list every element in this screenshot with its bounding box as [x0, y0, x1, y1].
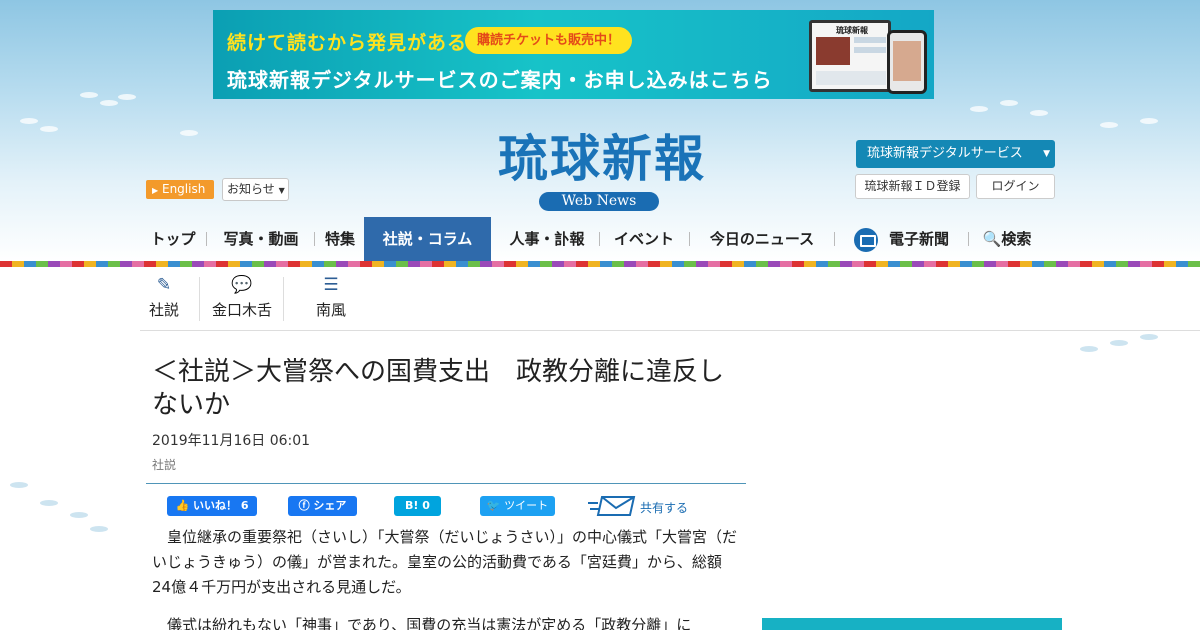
nav-item-personnel-obituary[interactable]: 人事・訃報: [500, 217, 594, 261]
article-paragraph: 儀式は紛れもない「神事」であり、国費の充当は憲法が定める「政教分離」に: [152, 616, 692, 630]
subnav-item-haebaru[interactable]: ☰ 南風: [314, 275, 348, 320]
sidebar-ad-banner[interactable]: [762, 618, 1062, 630]
facebook-share-label: シェア: [313, 499, 347, 512]
fish-decoration: [20, 118, 38, 124]
caret-down-icon: ▼: [1043, 149, 1050, 159]
fish-decoration: [1140, 334, 1158, 340]
fish-decoration: [70, 512, 88, 518]
hatena-icon: B!: [405, 499, 419, 512]
phone-image: [887, 30, 927, 94]
fish-decoration: [118, 94, 136, 100]
fish-decoration: [80, 92, 98, 98]
fish-decoration: [1000, 100, 1018, 106]
banner-headline: 琉球新報デジタルサービスのご案内・お申し込みはこちら: [227, 68, 773, 92]
digital-service-dropdown[interactable]: 琉球新報デジタルサービス ▼: [856, 140, 1055, 168]
message-icon: ☰: [323, 275, 339, 295]
nav-item-feature[interactable]: 特集: [320, 217, 360, 261]
site-logo[interactable]: 琉球新報: [452, 128, 752, 190]
subnav-label: 金口木舌: [211, 301, 272, 319]
fish-decoration: [1030, 110, 1048, 116]
fish-decoration: [90, 526, 108, 532]
facebook-icon: ⓕ: [298, 499, 310, 512]
article-paragraph: 皇位継承の重要祭祀（さいし）「大嘗祭（だいじょうさい）」の中心儀式「大嘗宮（だい…: [152, 528, 738, 596]
fish-decoration: [40, 500, 58, 506]
facebook-like-label: いいね！ 6: [193, 499, 249, 512]
search-icon: 🔍: [982, 230, 1002, 248]
hatena-bookmark-button[interactable]: B! 0: [394, 496, 441, 516]
tweet-button[interactable]: 🐦 ツイート: [480, 496, 555, 516]
facebook-like-button[interactable]: 👍 いいね！ 6: [167, 496, 257, 516]
banner-tagline: 続けて読むから発見がある: [227, 32, 468, 54]
hatena-count: 0: [422, 499, 430, 512]
fish-decoration: [1140, 118, 1158, 124]
english-label: English: [161, 182, 206, 196]
nav-item-digital-newspaper[interactable]: 電子新聞: [884, 217, 954, 261]
tweet-label: ツイート: [504, 499, 549, 512]
share-mail-label[interactable]: 共有する: [640, 499, 688, 516]
banner-ticket-badge: 購読チケットも販売中！: [465, 27, 633, 54]
fish-decoration: [180, 130, 198, 136]
web-news-badge: Web News: [539, 192, 659, 211]
english-button[interactable]: ▶ English: [146, 180, 214, 199]
nav-item-search[interactable]: 🔍検索: [978, 217, 1036, 261]
article-category[interactable]: 社説: [152, 456, 176, 473]
speech-bubble-icon: 💬: [231, 275, 253, 295]
subnav-label: 社説: [148, 301, 179, 319]
twitter-bird-icon: 🐦: [486, 499, 501, 512]
article-date: 2019年11月16日 06:01: [152, 433, 311, 449]
notice-dropdown[interactable]: お知らせ ▼: [222, 178, 289, 201]
nav-item-editorial-column[interactable]: 社説・コラム: [364, 217, 491, 261]
play-arrow-icon: ▶: [152, 186, 159, 195]
fish-decoration: [1110, 340, 1128, 346]
caret-down-icon: ▼: [278, 186, 285, 195]
column-subnav: ✎ 社説 💬 金口木舌 ☰ 南風: [140, 267, 1200, 331]
subnav-label: 南風: [315, 301, 346, 319]
laptop-screen-image: 琉球新報: [809, 20, 891, 92]
nav-item-todays-news[interactable]: 今日のニュース: [698, 217, 826, 261]
digital-newspaper-icon: [854, 228, 878, 252]
nav-item-event[interactable]: イベント: [608, 217, 680, 261]
pen-icon: ✎: [156, 275, 172, 295]
device-title: 琉球新報: [836, 26, 868, 35]
notice-label: お知らせ: [227, 182, 275, 196]
id-register-button[interactable]: 琉球新報ＩＤ登録: [855, 174, 970, 199]
article-body: 皇位継承の重要祭祀（さいし）「大嘗祭（だいじょうさい）」の中心儀式「大嘗宮（だい…: [152, 525, 737, 630]
nav-item-photo-video[interactable]: 写真・動画: [214, 217, 308, 261]
mail-icon[interactable]: [588, 495, 636, 517]
digital-service-banner[interactable]: 続けて読むから発見がある 購読チケットも販売中！ 琉球新報デジタルサービスのご案…: [213, 10, 934, 99]
login-button[interactable]: ログイン: [976, 174, 1055, 199]
fish-decoration: [40, 126, 58, 132]
subnav-item-editorial[interactable]: ✎ 社説: [148, 275, 180, 320]
fish-decoration: [1080, 346, 1098, 352]
fish-decoration: [100, 100, 118, 106]
digital-service-label: 琉球新報デジタルサービス: [867, 146, 1023, 161]
fish-decoration: [970, 106, 988, 112]
divider: [146, 483, 746, 484]
search-label: 検索: [1001, 230, 1032, 248]
nav-item-top[interactable]: トップ: [140, 217, 206, 261]
subnav-item-kinkuchi-bokuzetsu[interactable]: 💬 金口木舌: [210, 275, 274, 320]
facebook-share-button[interactable]: ⓕ シェア: [288, 496, 357, 516]
fish-decoration: [1100, 122, 1118, 128]
fish-decoration: [10, 482, 28, 488]
article-title: ＜社説＞大嘗祭への国費支出 政教分離に違反しないか: [152, 357, 725, 420]
thumbs-up-icon: 👍: [175, 499, 190, 512]
